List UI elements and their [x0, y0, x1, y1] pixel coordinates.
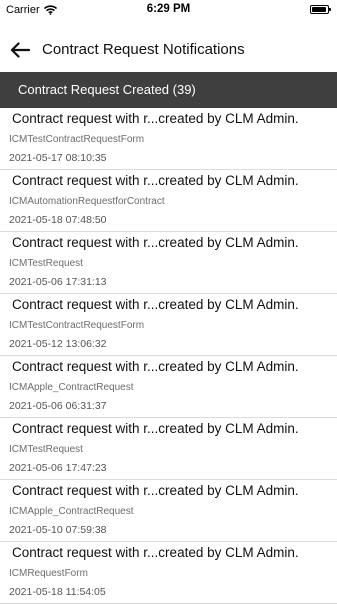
notification-form: ICMAutomationRequestforContract	[9, 196, 165, 207]
notification-item[interactable]: Contract request with r...created by CLM…	[0, 480, 337, 542]
notification-form: ICMRequestForm	[9, 568, 88, 579]
status-bar: Carrier 6:29 PM	[0, 0, 337, 20]
notification-title: Contract request with r...created by CLM…	[12, 483, 299, 498]
notification-title: Contract request with r...created by CLM…	[12, 297, 299, 312]
notification-timestamp: 2021-05-12 13:06:32	[9, 338, 107, 350]
notification-timestamp: 2021-05-18 07:48:50	[9, 214, 107, 226]
notification-form: ICMTestContractRequestForm	[9, 320, 145, 331]
back-button[interactable]	[6, 36, 34, 64]
notification-title: Contract request with r...created by CLM…	[12, 545, 299, 560]
notification-timestamp: 2021-05-06 17:31:13	[9, 276, 107, 288]
notification-form: ICMTestContractRequestForm	[9, 134, 145, 145]
notification-item[interactable]: Contract request with r...created by CLM…	[0, 356, 337, 418]
notification-title: Contract request with r...created by CLM…	[12, 421, 299, 436]
navigation-bar: Contract Request Notifications	[0, 24, 337, 76]
notification-item[interactable]: Contract request with r...created by CLM…	[0, 418, 337, 480]
notification-title: Contract request with r...created by CLM…	[12, 173, 299, 188]
notification-timestamp: 2021-05-06 06:31:37	[9, 400, 107, 412]
notification-item[interactable]: Contract request with r...created by CLM…	[0, 232, 337, 294]
notification-form: ICMApple_ContractRequest	[9, 382, 134, 393]
notification-title: Contract request with r...created by CLM…	[12, 359, 299, 374]
notification-timestamp: 2021-05-06 17:47:23	[9, 462, 107, 474]
notification-item[interactable]: Contract request with r...created by CLM…	[0, 170, 337, 232]
notification-timestamp: 2021-05-10 07:59:38	[9, 524, 107, 536]
battery-icon	[310, 5, 331, 14]
arrow-left-icon	[10, 42, 30, 58]
notification-list: Contract request with r...created by CLM…	[0, 108, 337, 604]
notification-form: ICMTestRequest	[9, 444, 83, 455]
section-header: Contract Request Created (39)	[0, 72, 337, 108]
notification-form: ICMTestRequest	[9, 258, 83, 269]
notification-title: Contract request with r...created by CLM…	[12, 235, 299, 250]
page-title: Contract Request Notifications	[42, 41, 245, 58]
notification-item[interactable]: Contract request with r...created by CLM…	[0, 542, 337, 604]
notification-timestamp: 2021-05-17 08:10:35	[9, 152, 107, 164]
notification-timestamp: 2021-05-18 11:54:05	[9, 586, 106, 598]
notification-item[interactable]: Contract request with r...created by CLM…	[0, 294, 337, 356]
notification-title: Contract request with r...created by CLM…	[12, 111, 299, 126]
notification-form: ICMApple_ContractRequest	[9, 506, 134, 517]
notification-item[interactable]: Contract request with r...created by CLM…	[0, 108, 337, 170]
status-time: 6:29 PM	[146, 3, 191, 15]
